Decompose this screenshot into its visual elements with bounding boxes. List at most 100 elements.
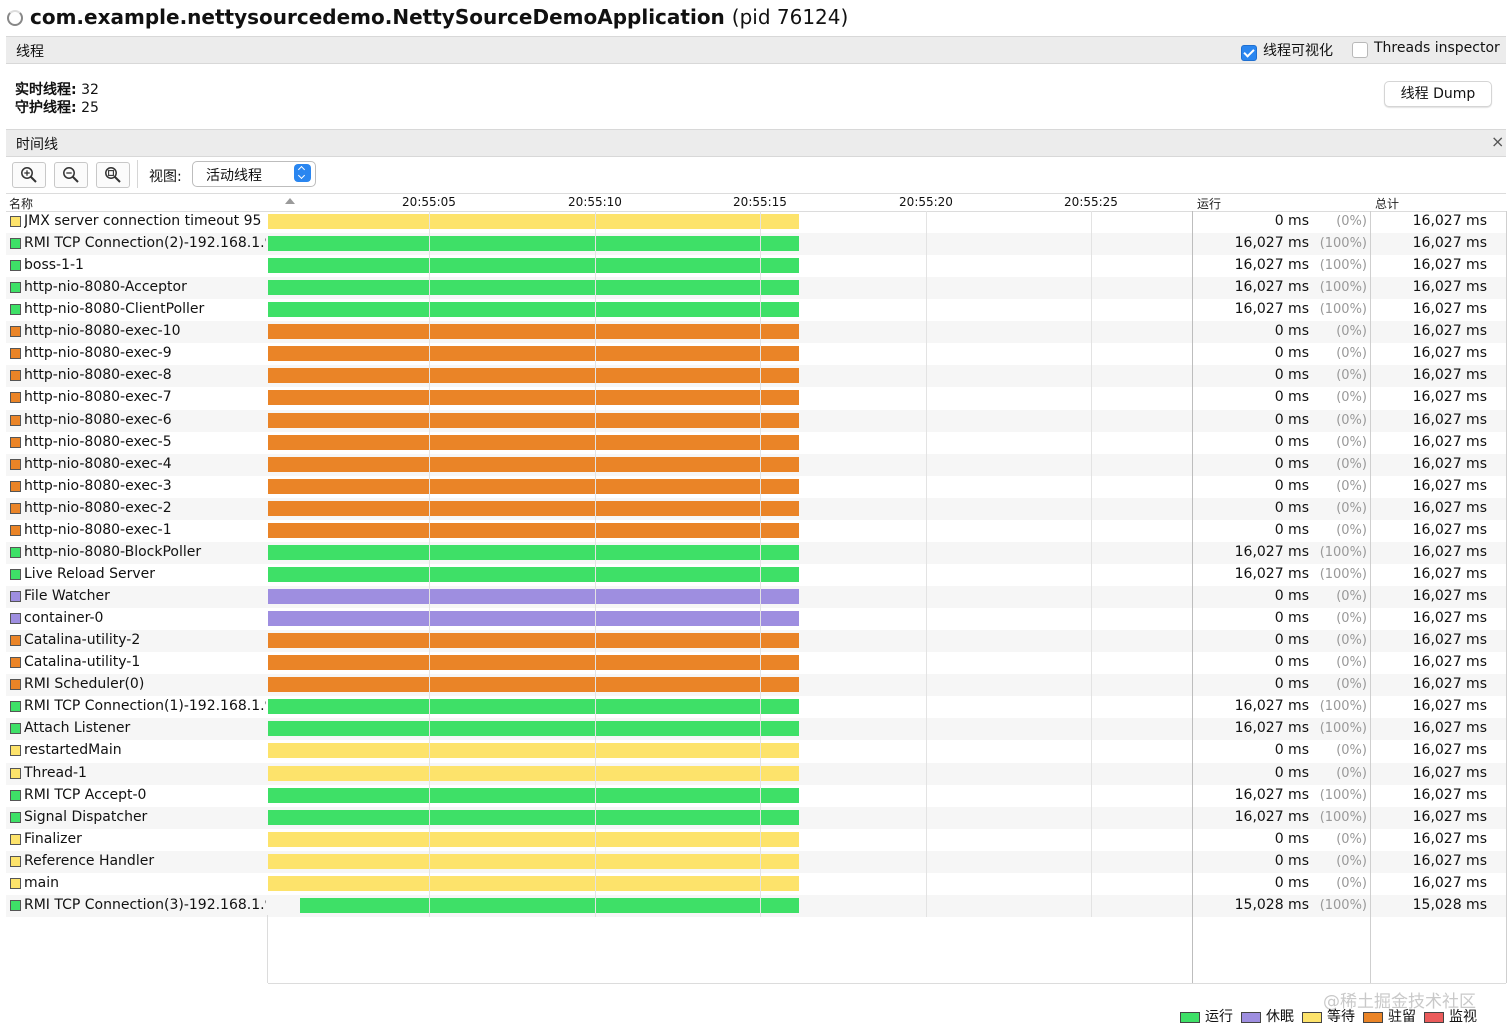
thread-row[interactable]: http-nio-8080-exec-5 0 ms (0%) 16,027 ms [6, 432, 1506, 454]
thread-state-swatch [10, 745, 21, 757]
thread-state-swatch [10, 502, 21, 514]
thread-running-percent: (0%) [1336, 456, 1367, 472]
thread-state-swatch [10, 238, 21, 250]
thread-row[interactable]: http-nio-8080-ClientPoller 16,027 ms (100%… [6, 299, 1506, 321]
thread-row[interactable]: http-nio-8080-exec-10 0 ms (0%) 16,027 ms [6, 321, 1506, 344]
thread-timeline-bar [268, 853, 799, 869]
thread-timeline-bar [268, 368, 799, 384]
thread-row[interactable]: restartedMain 0 ms (0%) 16,027 ms [6, 740, 1506, 762]
thread-running-percent: (100%) [1319, 721, 1367, 737]
thread-running-time: 0 ms [1274, 345, 1309, 362]
zoom-fit-button[interactable] [96, 162, 130, 188]
thread-row[interactable]: JMX server connection timeout 95 0 ms (0%)… [6, 211, 1506, 233]
thread-running-percent: (100%) [1319, 280, 1367, 296]
thread-name: Reference Handler [24, 852, 155, 869]
thread-state-swatch [10, 635, 21, 647]
thread-running-time: 16,027 ms [1234, 279, 1309, 296]
thread-row[interactable]: RMI TCP Connection(1)-192.168.1.9 16,027 … [6, 696, 1506, 718]
thread-name: RMI TCP Connection(1)-192.168.1.9 [24, 698, 266, 715]
column-header-running[interactable]: 运行 [1197, 195, 1221, 212]
thread-running-time: 16,027 ms [1234, 786, 1309, 803]
view-label: 视图: [149, 169, 182, 185]
column-divider [1370, 211, 1371, 983]
thread-running-percent: (100%) [1319, 302, 1367, 318]
thread-running-time: 0 ms [1274, 477, 1309, 494]
thread-row[interactable]: main 0 ms (0%) 16,027 ms [6, 873, 1506, 895]
thread-row[interactable]: http-nio-8080-exec-4 0 ms (0%) 16,027 ms [6, 453, 1506, 476]
thread-name: RMI TCP Connection(2)-192.168.1.9 [24, 235, 266, 252]
thread-row[interactable]: http-nio-8080-exec-6 0 ms (0%) 16,027 ms [6, 409, 1506, 432]
thread-state-swatch [10, 877, 21, 889]
thread-total-time: 15,028 ms [1412, 896, 1487, 913]
thread-row[interactable]: http-nio-8080-exec-2 0 ms (0%) 16,027 ms [6, 497, 1506, 520]
legend-item-parked: 驻留 [1363, 1006, 1416, 1026]
zoom-in-button[interactable] [12, 162, 46, 188]
timeline-grid-line [760, 211, 761, 917]
thread-name: Catalina-utility-2 [24, 632, 141, 649]
thread-row[interactable]: Reference Handler 0 ms (0%) 16,027 ms [6, 850, 1506, 873]
thread-name: container-0 [24, 610, 104, 627]
thread-row[interactable]: RMI TCP Connection(2)-192.168.1.9 16,027 … [6, 233, 1506, 256]
thread-row[interactable]: http-nio-8080-exec-8 0 ms (0%) 16,027 ms [6, 365, 1506, 388]
threads-inspector-label[interactable]: Threads inspector [1374, 40, 1500, 56]
thread-row[interactable]: File Watcher 0 ms (0%) 16,027 ms [6, 586, 1506, 609]
close-icon[interactable]: × [1491, 132, 1504, 151]
column-header-name[interactable]: 名称 [9, 195, 33, 212]
thread-dump-button[interactable]: 线程 Dump [1384, 81, 1492, 107]
thread-timeline-bar [268, 346, 799, 362]
thread-row[interactable]: Attach Listener 16,027 ms (100%) 16,027 ms [6, 718, 1506, 741]
legend-item-running: 运行 [1180, 1006, 1233, 1026]
thread-row[interactable]: http-nio-8080-exec-3 0 ms (0%) 16,027 ms [6, 476, 1506, 498]
legend-item-sleeping: 休眠 [1241, 1006, 1294, 1026]
thread-row[interactable]: http-nio-8080-exec-1 0 ms (0%) 16,027 ms [6, 520, 1506, 542]
thread-name: http-nio-8080-exec-3 [24, 477, 172, 494]
thread-running-percent: (0%) [1336, 743, 1367, 759]
thread-running-time: 0 ms [1274, 389, 1309, 406]
thread-name: File Watcher [24, 588, 110, 605]
thread-row[interactable]: http-nio-8080-exec-7 0 ms (0%) 16,027 ms [6, 387, 1506, 409]
thread-state-swatch [10, 767, 21, 779]
horizontal-scrollbar[interactable] [268, 983, 1506, 998]
thread-total-time: 16,027 ms [1412, 742, 1487, 759]
thread-row[interactable]: RMI TCP Accept-0 16,027 ms (100%) 16,027 ms [6, 785, 1506, 807]
window-title-bar: com.example.nettysourcedemo.NettySourceD… [0, 0, 1512, 36]
thread-row[interactable]: Finalizer 0 ms (0%) 16,027 ms [6, 829, 1506, 851]
thread-name: Thread-1 [24, 764, 87, 781]
thread-timeline-bar [268, 721, 799, 737]
timeline-grid-line [429, 211, 430, 917]
thread-running-time: 0 ms [1274, 411, 1309, 428]
thread-row[interactable]: Signal Dispatcher 16,027 ms (100%) 16,027 m… [6, 806, 1506, 829]
thread-row[interactable]: Catalina-utility-2 0 ms (0%) 16,027 ms [6, 630, 1506, 653]
thread-running-time: 0 ms [1274, 610, 1309, 627]
zoom-out-button[interactable] [54, 162, 88, 188]
thread-visualization-label[interactable]: 线程可视化 [1263, 40, 1333, 60]
thread-total-time: 16,027 ms [1412, 455, 1487, 472]
thread-row[interactable]: Live Reload Server 16,027 ms (100%) 16,027 … [6, 564, 1506, 586]
thread-running-percent: (0%) [1336, 853, 1367, 869]
view-select[interactable]: 活动线程 [192, 161, 316, 187]
thread-total-time: 16,027 ms [1412, 433, 1487, 450]
thread-running-percent: (0%) [1336, 765, 1367, 781]
thread-row[interactable]: http-nio-8080-Acceptor 16,027 ms (100%) 16,… [6, 277, 1506, 300]
chart-frame-left [267, 915, 268, 983]
thread-row[interactable]: container-0 0 ms (0%) 16,027 ms [6, 608, 1506, 630]
legend-label: 休眠 [1266, 1009, 1294, 1025]
thread-running-percent: (0%) [1336, 875, 1367, 891]
thread-row[interactable]: http-nio-8080-exec-9 0 ms (0%) 16,027 ms [6, 343, 1506, 365]
legend-swatch [1363, 1011, 1383, 1023]
thread-row[interactable]: RMI TCP Connection(3)-192.168.1.9 15,028 … [6, 894, 1506, 917]
thread-row[interactable]: http-nio-8080-BlockPoller 16,027 ms (100%)… [6, 541, 1506, 564]
thread-row[interactable]: boss-1-1 16,027 ms (100%) 16,027 ms [6, 255, 1506, 277]
thread-state-swatch [10, 789, 21, 801]
thread-total-time: 16,027 ms [1412, 565, 1487, 582]
thread-row[interactable]: RMI Scheduler(0) 0 ms (0%) 16,027 ms [6, 674, 1506, 697]
thread-visualization-checkbox[interactable] [1241, 44, 1257, 61]
state-legend: 运行 休眠 等待 驻留 监视 [1180, 1006, 1485, 1028]
thread-timeline-bar [268, 390, 799, 406]
thread-total-time: 16,027 ms [1412, 610, 1487, 627]
threads-inspector-checkbox[interactable] [1352, 42, 1368, 58]
column-header-total[interactable]: 总计 [1375, 195, 1399, 212]
thread-row[interactable]: Thread-1 0 ms (0%) 16,027 ms [6, 762, 1506, 785]
thread-name: http-nio-8080-exec-7 [24, 389, 172, 406]
thread-row[interactable]: Catalina-utility-1 0 ms (0%) 16,027 ms [6, 652, 1506, 674]
